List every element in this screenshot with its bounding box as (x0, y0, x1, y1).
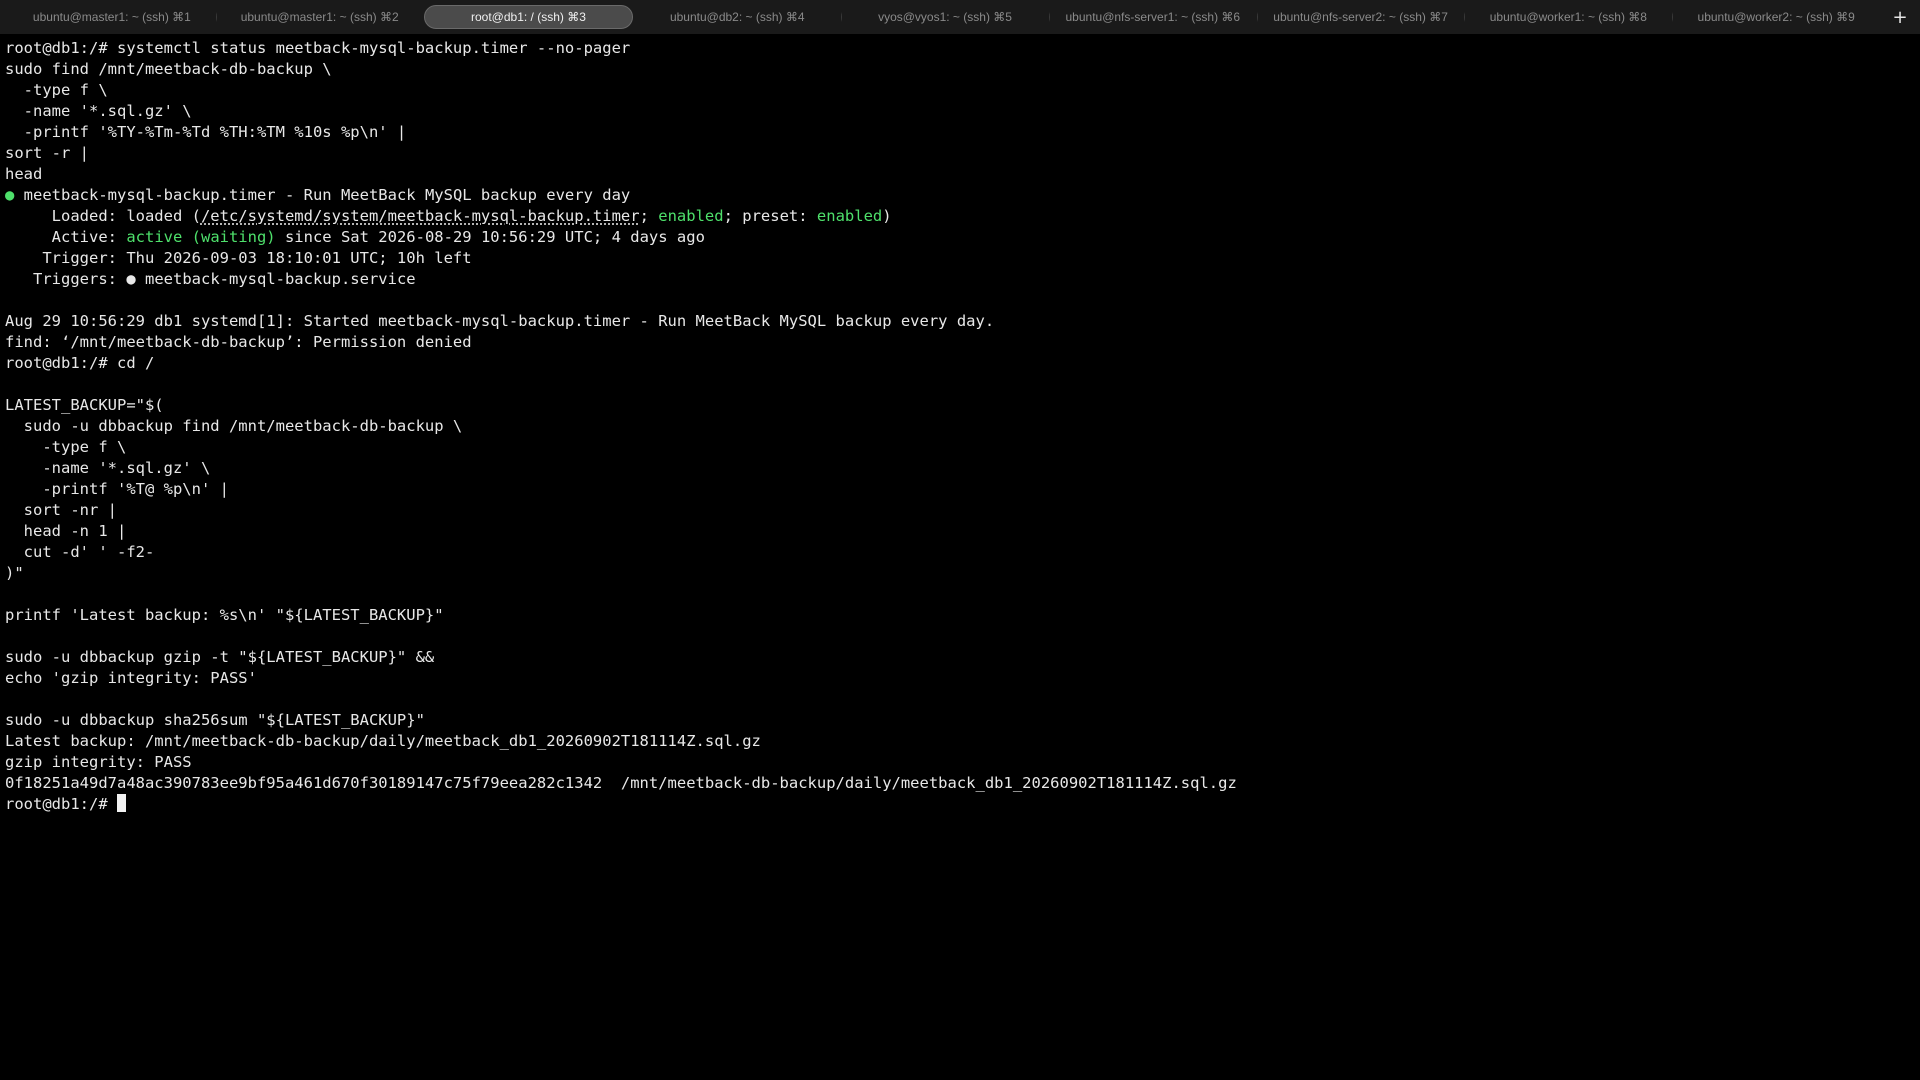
loaded-suffix: ) (882, 207, 892, 225)
unit-file-link[interactable]: /etc/systemd/system/meetback-mysql-backu… (201, 207, 640, 225)
status-header-line: ● meetback-mysql-backup.timer - Run Meet… (5, 185, 1920, 206)
terminal-line: )" (5, 564, 24, 582)
tab-ubuntu-worker2[interactable]: ubuntu@worker2: ~ (ssh) ⌘9 (1672, 5, 1880, 29)
loaded-separator: ; (639, 207, 659, 225)
triggers-prefix: Triggers: (5, 270, 127, 288)
tab-ubuntu-db2[interactable]: ubuntu@db2: ~ (ssh) ⌘4 (633, 5, 841, 29)
terminal-line: sudo find /mnt/meetback-db-backup \ (5, 60, 332, 78)
active-since: since Sat 2026-08-29 10:56:29 UTC; 4 day… (275, 228, 705, 246)
terminal-line: echo 'gzip integrity: PASS' (5, 669, 257, 687)
plus-icon: + (1892, 6, 1908, 28)
terminal-line: -name '*.sql.gz' \ (5, 102, 192, 120)
triggers-service: meetback-mysql-backup.service (135, 270, 416, 288)
terminal-line: sort -nr | (5, 501, 117, 519)
status-header-text: meetback-mysql-backup.timer - Run MeetBa… (14, 186, 631, 204)
terminal-line: Latest backup: /mnt/meetback-db-backup/d… (5, 732, 761, 750)
terminal-line: LATEST_BACKUP="$( (5, 396, 164, 414)
systemd-status-block: ● meetback-mysql-backup.timer - Run Meet… (5, 185, 1920, 290)
status-active-dot-icon: ● (5, 186, 15, 204)
loaded-preset-value: enabled (816, 207, 883, 225)
terminal-line: cut -d' ' -f2- (5, 543, 155, 561)
triggers-dot-icon: ● (126, 270, 136, 288)
status-trigger-line: Trigger: Thu 2026-09-03 18:10:01 UTC; 10… (5, 249, 472, 267)
current-prompt-line[interactable]: root@db1:/# (5, 794, 1920, 815)
terminal-line: sudo -u dbbackup gzip -t "${LATEST_BACKU… (5, 648, 435, 666)
new-tab-button[interactable]: + (1888, 5, 1912, 29)
tab-root-db1-active[interactable]: root@db1: / (ssh) ⌘3 (423, 5, 634, 29)
terminal-line: printf 'Latest backup: %s\n' "${LATEST_B… (5, 606, 444, 624)
tab-ubuntu-nfs-server1[interactable]: ubuntu@nfs-server1: ~ (ssh) ⌘6 (1048, 5, 1257, 29)
tab-list: ubuntu@master1: ~ (ssh) ⌘1 ubuntu@master… (8, 4, 1880, 30)
active-prefix: Active: (5, 228, 127, 246)
tab-ubuntu-master1-2[interactable]: ubuntu@master1: ~ (ssh) ⌘2 (215, 5, 424, 29)
terminal-line: gzip integrity: PASS (5, 753, 192, 771)
terminal-line: -printf '%TY-%Tm-%Td %TH:%TM %10s %p\n' … (5, 123, 407, 141)
tab-ubuntu-nfs-server2[interactable]: ubuntu@nfs-server2: ~ (ssh) ⌘7 (1256, 5, 1465, 29)
text-cursor (116, 794, 126, 812)
shell-prompt: root@db1:/# (5, 795, 117, 813)
terminal-window: ubuntu@master1: ~ (ssh) ⌘1 ubuntu@master… (0, 0, 1920, 1080)
tab-vyos-vyos1[interactable]: vyos@vyos1: ~ (ssh) ⌘5 (841, 5, 1049, 29)
status-triggers-line: Triggers: ● meetback-mysql-backup.servic… (5, 269, 1920, 290)
terminal-line: -name '*.sql.gz' \ (5, 459, 211, 477)
terminal-line: root@db1:/# systemctl status meetback-my… (5, 39, 631, 57)
loaded-prefix: Loaded: loaded ( (5, 207, 201, 225)
terminal-output[interactable]: root@db1:/# systemctl status meetback-my… (0, 38, 1920, 1080)
status-active-line: Active: active (waiting) since Sat 2026-… (5, 227, 1920, 248)
terminal-line: sudo -u dbbackup sha256sum "${LATEST_BAC… (5, 711, 425, 729)
terminal-line: -type f \ (5, 438, 127, 456)
tab-bar: ubuntu@master1: ~ (ssh) ⌘1 ubuntu@master… (0, 0, 1920, 34)
loaded-preset-label: ; preset: (723, 207, 817, 225)
terminal-line: 0f18251a49d7a48ac390783ee9bf95a461d670f3… (5, 774, 1237, 792)
terminal-line: Aug 29 10:56:29 db1 systemd[1]: Started … (5, 312, 995, 330)
tab-ubuntu-worker1[interactable]: ubuntu@worker1: ~ (ssh) ⌘8 (1464, 5, 1672, 29)
terminal-line: root@db1:/# cd / (5, 354, 155, 372)
terminal-line: find: ‘/mnt/meetback-db-backup’: Permiss… (5, 333, 472, 351)
command-block-2: Aug 29 10:56:29 db1 systemd[1]: Started … (5, 290, 1920, 794)
terminal-line: sudo -u dbbackup find /mnt/meetback-db-b… (5, 417, 463, 435)
terminal-line: sort -r | (5, 144, 89, 162)
command-block-1: root@db1:/# systemctl status meetback-my… (5, 38, 1920, 185)
terminal-line: -printf '%T@ %p\n' | (5, 480, 229, 498)
status-loaded-line: Loaded: loaded (/etc/systemd/system/meet… (5, 206, 1920, 227)
loaded-enabled: enabled (658, 207, 724, 225)
tab-ubuntu-master1-1[interactable]: ubuntu@master1: ~ (ssh) ⌘1 (8, 5, 216, 29)
terminal-line: head -n 1 | (5, 522, 127, 540)
terminal-line: head (5, 165, 43, 183)
terminal-line: -type f \ (5, 81, 108, 99)
active-state: active (waiting) (126, 228, 276, 246)
